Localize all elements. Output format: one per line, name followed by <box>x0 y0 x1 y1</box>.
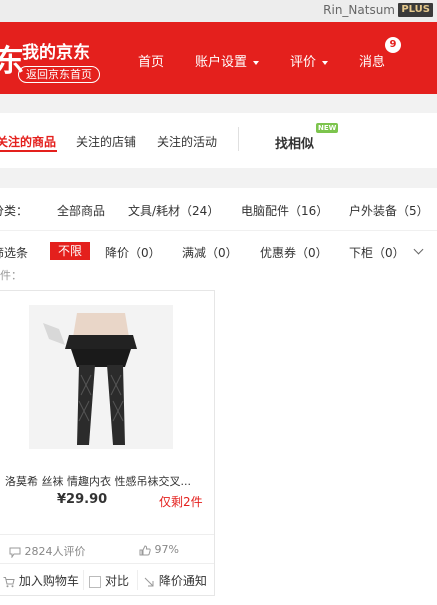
product-price: ¥29.90 <box>57 492 108 507</box>
nav-reviews[interactable]: 评价 <box>290 51 329 70</box>
divider <box>137 570 138 590</box>
filter-label: 筛选条 <box>0 246 29 260</box>
compare-label: 对比 <box>105 574 130 588</box>
divider <box>0 230 437 231</box>
find-similar-button[interactable]: 找相似 <box>275 133 314 152</box>
review-count-text: 2824人评价 <box>24 545 86 558</box>
category-all[interactable]: 全部商品 <box>57 202 105 219</box>
top-bar: Rin_Natsum PLUS <box>0 0 437 22</box>
positive-rate: 97% <box>139 543 179 556</box>
category-outdoor-gear[interactable]: 户外装备（5） <box>349 202 429 219</box>
product-name[interactable]: 洛莫希 丝袜 情趣内衣 性感吊袜交叉... <box>5 473 210 489</box>
divider <box>238 127 239 151</box>
nav-reviews-label: 评价 <box>290 55 317 70</box>
add-to-cart-label: 加入购物车 <box>18 574 79 588</box>
nav-messages[interactable]: 消息 <box>359 51 385 70</box>
tab-followed-products[interactable]: 关注的商品 <box>0 133 56 150</box>
product-image[interactable] <box>29 305 173 449</box>
caret-down-icon <box>253 60 260 65</box>
filter-unlimited-button[interactable]: 不限 <box>50 242 91 260</box>
follow-tabs: 关注的商品 关注的店铺 关注的活动 找相似 NEW <box>0 113 437 168</box>
chevron-down-icon[interactable] <box>413 244 424 255</box>
positive-rate-text: 97% <box>154 543 179 556</box>
add-to-cart-button[interactable]: 加入购物车 <box>3 572 79 589</box>
divider <box>83 570 84 590</box>
review-count[interactable]: 2824人评价 <box>9 543 86 559</box>
cart-icon <box>3 576 15 587</box>
product-card: 洛莫希 丝袜 情趣内衣 性感吊袜交叉... ¥29.90 仅剩2件 2824人评… <box>0 290 215 596</box>
messages-count-badge: 9 <box>385 37 401 53</box>
nav-account-settings[interactable]: 账户设置 <box>195 51 260 70</box>
new-badge: NEW <box>316 123 339 133</box>
compare-checkbox[interactable]: 对比 <box>89 572 129 589</box>
price-drop-arrow-icon <box>144 577 154 586</box>
filter-off-shelf[interactable]: 下柜（0） <box>349 244 405 261</box>
plus-member-badge[interactable]: PLUS <box>398 3 433 17</box>
nav-account-settings-label: 账户设置 <box>195 55 248 70</box>
product-actions: 加入购物车 对比 降价通知 <box>0 563 214 595</box>
page-title: 我的京东 <box>22 43 90 63</box>
nav-home[interactable]: 首页 <box>138 51 164 70</box>
category-label: 分类： <box>0 204 29 218</box>
category-stationery[interactable]: 文具/耗材（24） <box>128 202 219 219</box>
filter-discount[interactable]: 满减（0） <box>182 244 238 261</box>
comment-icon <box>9 547 21 558</box>
filter-price-drop[interactable]: 降价（0） <box>105 244 161 261</box>
product-stats: 2824人评价 97% <box>0 534 214 563</box>
header-bar: 东 我的京东 返回京东首页 首页 账户设置 评价 消息 9 <box>0 22 437 94</box>
product-photo-illustration <box>29 305 173 449</box>
thumbs-up-icon <box>139 544 151 555</box>
tab-followed-shops[interactable]: 关注的店铺 <box>76 133 136 150</box>
list-label: 件： <box>0 269 22 282</box>
filter-panel: 分类： 全部商品 文具/耗材（24） 电脑配件（16） 户外装备（5） 筛选条 … <box>0 188 437 265</box>
back-to-home-button[interactable]: 返回京东首页 <box>18 66 100 83</box>
stock-remaining: 仅剩2件 <box>159 495 203 509</box>
active-tab-underline <box>0 150 57 152</box>
checkbox-icon <box>89 575 101 588</box>
filter-coupon[interactable]: 优惠券（0） <box>260 244 328 261</box>
username-link[interactable]: Rin_Natsum <box>323 3 395 17</box>
caret-down-icon <box>322 60 329 65</box>
category-computer-accessories[interactable]: 电脑配件（16） <box>241 202 328 219</box>
price-alert-label: 降价通知 <box>158 574 207 588</box>
tab-followed-activities[interactable]: 关注的活动 <box>157 133 217 150</box>
price-alert-button[interactable]: 降价通知 <box>143 572 207 589</box>
